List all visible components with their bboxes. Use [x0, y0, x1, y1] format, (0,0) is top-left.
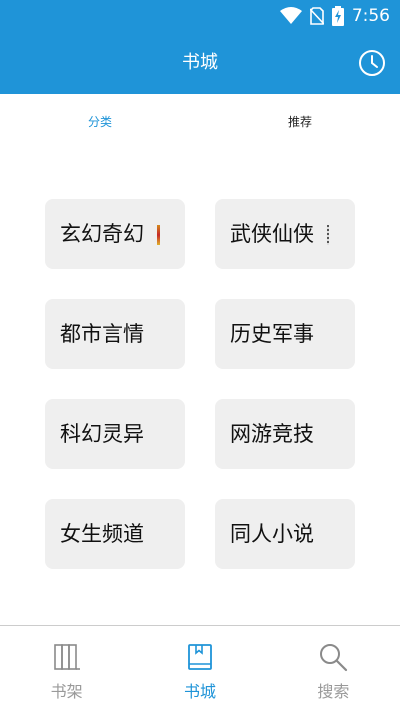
clock-icon: [359, 50, 385, 76]
category-card[interactable]: 武侠仙侠: [215, 199, 355, 269]
category-label: 都市言情: [60, 322, 144, 346]
nav-label: 书城: [183, 682, 216, 701]
category-card[interactable]: 玄幻奇幻: [45, 199, 185, 269]
nav-label: 书架: [50, 682, 83, 701]
no-sim-icon: [309, 7, 324, 25]
bookstore-icon: [188, 644, 212, 670]
nav-label: 搜索: [317, 682, 350, 701]
nav-bookstore[interactable]: 书城: [133, 626, 266, 711]
tab-category[interactable]: 分类: [0, 94, 200, 150]
text-cursor-marker: [327, 225, 329, 245]
text-cursor-marker: [157, 225, 160, 245]
bottom-nav: 书架 书城 搜索: [0, 625, 400, 711]
category-label: 科幻灵异: [60, 422, 144, 446]
nav-bookshelf[interactable]: 书架: [0, 626, 133, 711]
category-label: 玄幻奇幻: [60, 222, 144, 246]
category-card[interactable]: 女生频道: [45, 499, 185, 569]
history-button[interactable]: [358, 49, 386, 77]
category-card[interactable]: 同人小说: [215, 499, 355, 569]
category-label: 同人小说: [230, 522, 314, 546]
status-icons: 7:56: [279, 5, 390, 27]
page-title: 书城: [182, 52, 218, 73]
status-time: 7:56: [351, 6, 390, 26]
nav-search[interactable]: 搜索: [267, 626, 400, 711]
category-card[interactable]: 网游竞技: [215, 399, 355, 469]
app-bar: 书城: [0, 32, 400, 94]
category-label: 女生频道: [60, 522, 144, 546]
category-label: 历史军事: [230, 322, 314, 346]
wifi-icon: [279, 7, 302, 24]
tab-recommend[interactable]: 推荐: [200, 94, 400, 150]
books-icon: [53, 644, 80, 670]
category-card[interactable]: 都市言情: [45, 299, 185, 369]
tab-bar: 分类 推荐: [0, 94, 400, 150]
category-card[interactable]: 科幻灵异: [45, 399, 185, 469]
status-bar: 7:56: [0, 0, 400, 32]
category-label: 网游竞技: [230, 422, 314, 446]
category-label: 武侠仙侠: [230, 222, 314, 246]
search-icon: [320, 644, 348, 672]
category-card[interactable]: 历史军事: [215, 299, 355, 369]
battery-charging-icon: [331, 6, 344, 26]
